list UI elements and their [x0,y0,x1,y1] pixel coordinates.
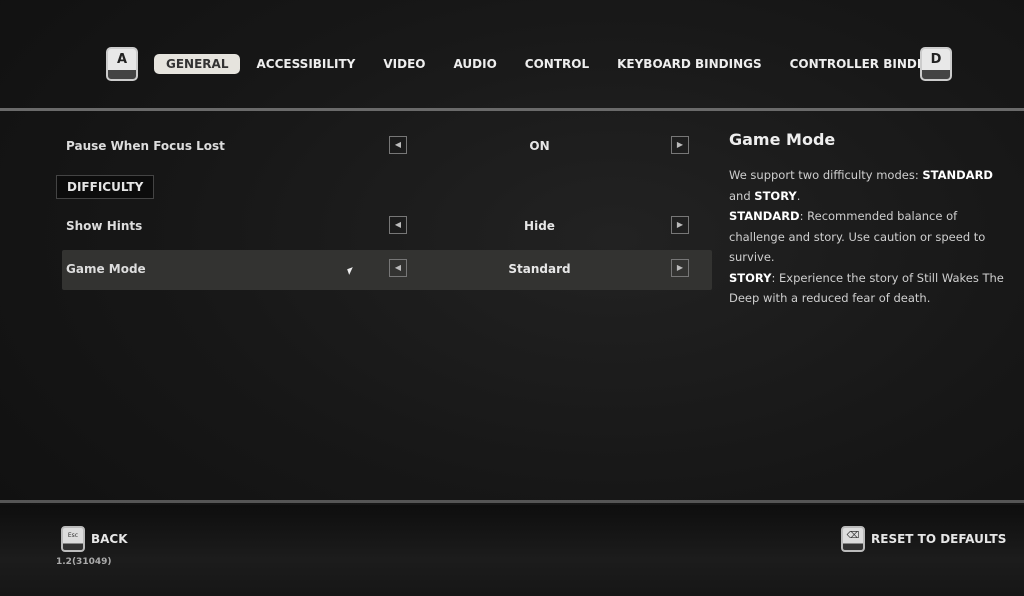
version-label: 1.2(31049) [56,557,112,567]
tab-video[interactable]: VIDEO [371,54,437,74]
reset-to-defaults-button[interactable]: RESET TO DEFAULTS [871,532,1006,546]
tab-accessibility[interactable]: ACCESSIBILITY [244,54,367,74]
tab-control[interactable]: CONTROL [513,54,601,74]
setting-label: Game Mode [66,262,146,276]
prev-tab-key-a[interactable]: A [106,47,138,81]
tab-bar: GENERAL ACCESSIBILITY VIDEO AUDIO CONTRO… [154,54,966,74]
setting-value: ON [529,139,550,153]
back-button[interactable]: BACK [91,532,128,546]
arrow-left-icon[interactable]: ◀ [389,136,407,154]
arrow-right-icon[interactable]: ▶ [671,216,689,234]
next-tab-key-d[interactable]: D [920,47,952,81]
arrow-left-icon[interactable]: ◀ [389,259,407,277]
tab-keyboard-bindings[interactable]: KEYBOARD BINDINGS [605,54,774,74]
setting-value: Hide [524,219,555,233]
tab-audio[interactable]: AUDIO [442,54,509,74]
footer-background [0,505,1024,596]
header-divider [0,108,1024,111]
setting-label: Pause When Focus Lost [66,139,225,153]
tab-general[interactable]: GENERAL [154,54,241,74]
setting-game-mode[interactable]: Game Mode ◀ Standard ▶ [62,250,712,290]
setting-show-hints[interactable]: Show Hints ◀ Hide ▶ [62,207,712,247]
info-title: Game Mode [729,130,836,149]
setting-value: Standard [508,262,571,276]
info-description: We support two difficulty modes: STANDAR… [729,168,1004,305]
setting-label: Show Hints [66,219,143,233]
esc-key-icon[interactable]: Esc [61,526,85,552]
backspace-key-icon[interactable]: ⌫ [841,526,865,552]
footer-divider [0,500,1024,503]
setting-pause-when-focus-lost[interactable]: Pause When Focus Lost ◀ ON ▶ [62,127,712,167]
arrow-left-icon[interactable]: ◀ [389,216,407,234]
arrow-right-icon[interactable]: ▶ [671,136,689,154]
info-panel: Game Mode We support two difficulty mode… [729,130,1009,309]
arrow-right-icon[interactable]: ▶ [671,259,689,277]
section-header-difficulty: DIFFICULTY [56,175,155,199]
